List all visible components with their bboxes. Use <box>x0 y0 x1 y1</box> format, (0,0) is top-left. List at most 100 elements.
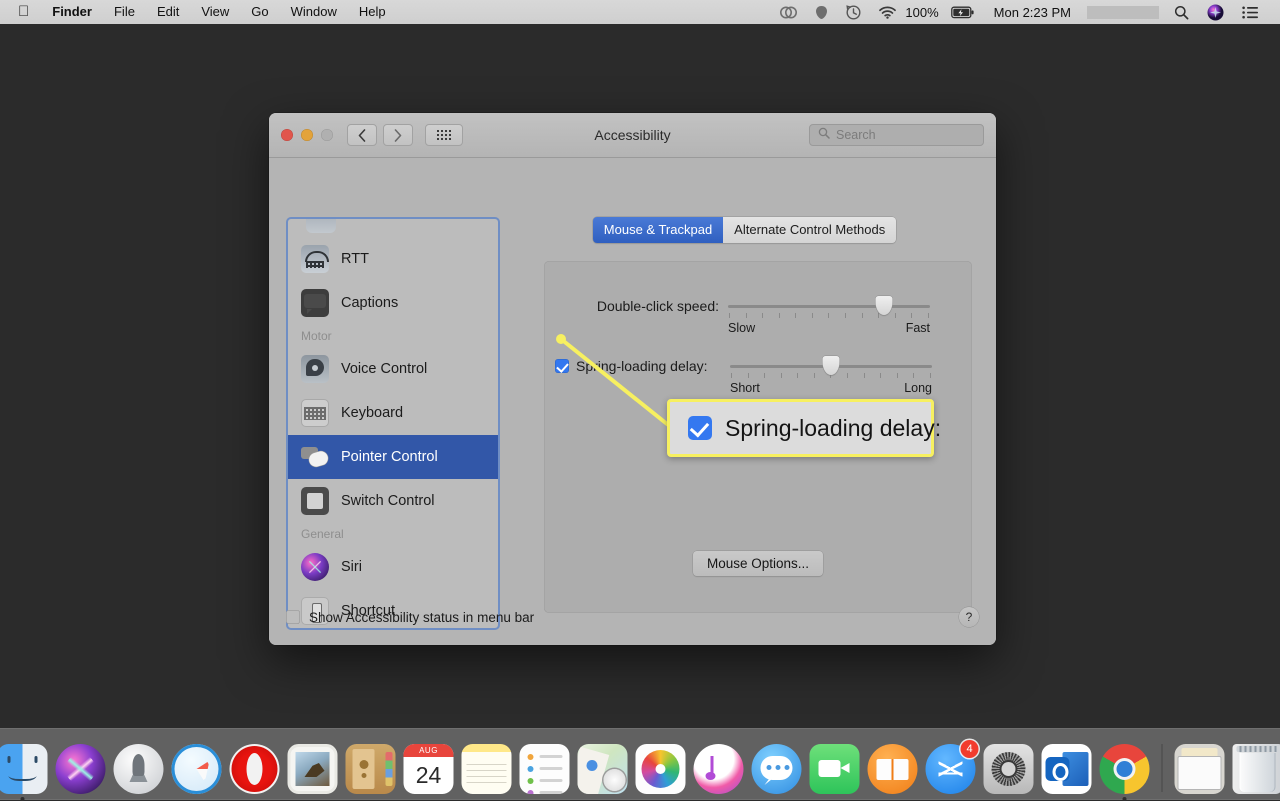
switch-control-icon <box>301 487 329 515</box>
dock-item-mail[interactable] <box>287 742 339 794</box>
dock-item-photos[interactable] <box>635 742 687 794</box>
dock-item-siri[interactable] <box>55 742 107 794</box>
callout-text: Spring-loading delay: <box>725 415 941 442</box>
dock-item-opera[interactable] <box>229 742 281 794</box>
dock-item-outlook[interactable] <box>1041 742 1093 794</box>
sidebar-item-voice-control[interactable]: Voice Control <box>288 347 498 391</box>
dock-item-app-store[interactable]: 4 <box>925 742 977 794</box>
window-titlebar: Accessibility Search <box>269 113 996 158</box>
sidebar-item-pointer-control[interactable]: Pointer Control <box>288 435 498 479</box>
sidebar-list: RTT Captions Motor Voice Control Keyboar… <box>288 237 498 630</box>
show-all-grid-icon[interactable] <box>425 124 463 146</box>
chrome-icon <box>1100 744 1150 794</box>
dock-item-books[interactable] <box>867 742 919 794</box>
minimize-button[interactable] <box>301 129 313 141</box>
zoom-button <box>321 129 333 141</box>
creative-cloud-icon[interactable] <box>771 6 806 19</box>
dock-item-launchpad[interactable] <box>113 742 165 794</box>
control-center-icon[interactable] <box>1233 6 1268 19</box>
menu-item-finder[interactable]: Finder <box>41 0 103 24</box>
rtt-icon <box>301 245 329 273</box>
show-accessibility-status-checkbox[interactable] <box>286 610 300 624</box>
double-click-speed-slider[interactable]: Slow Fast <box>728 297 930 335</box>
forward-button[interactable] <box>383 124 413 146</box>
dock-item-system-preferences[interactable] <box>983 742 1035 794</box>
battery-charging-icon[interactable] <box>942 6 984 19</box>
back-button[interactable] <box>347 124 377 146</box>
spring-loading-delay-row: Spring-loading delay: Short Long <box>555 357 955 395</box>
spring-loading-delay-checkbox[interactable] <box>555 359 569 373</box>
sidebar-item-rtt[interactable]: RTT <box>288 237 498 281</box>
dock-item-messages[interactable] <box>751 742 803 794</box>
dropbox-icon[interactable] <box>806 5 837 20</box>
menu-item-edit[interactable]: Edit <box>146 0 190 24</box>
show-accessibility-status-label: Show Accessibility status in menu bar <box>309 610 534 625</box>
dock-item-trash[interactable] <box>1232 742 1280 794</box>
menu-item-help[interactable]: Help <box>348 0 397 24</box>
apple-logo-icon[interactable]:  <box>8 0 41 24</box>
dock-item-reminders[interactable] <box>519 742 571 794</box>
sidebar-item-label: Siri <box>341 559 362 575</box>
captions-icon <box>301 289 329 317</box>
dock-item-maps[interactable] <box>577 742 629 794</box>
mail-icon <box>288 744 338 794</box>
spotlight-search-icon[interactable] <box>1165 5 1198 20</box>
sidebar-item-label: Voice Control <box>341 361 427 377</box>
mouse-options-button[interactable]: Mouse Options... <box>693 551 823 576</box>
calendar-day: 24 <box>404 757 454 794</box>
spring-loading-delay-slider[interactable]: Short Long <box>730 357 932 395</box>
sidebar-header-motor: Motor <box>288 325 498 347</box>
sidebar-item-siri[interactable]: Siri <box>288 545 498 589</box>
menu-item-window[interactable]: Window <box>280 0 348 24</box>
dock-item-finder[interactable] <box>0 742 49 794</box>
menu-item-file[interactable]: File <box>103 0 146 24</box>
help-button[interactable]: ? <box>959 607 979 627</box>
tab-mouse-trackpad[interactable]: Mouse & Trackpad <box>593 217 723 243</box>
sidebar-item-label: Keyboard <box>341 405 403 421</box>
photos-icon <box>636 744 686 794</box>
wifi-icon[interactable] <box>870 6 905 19</box>
menu-bar-blank-region <box>1087 6 1159 19</box>
search-field[interactable]: Search <box>809 124 984 146</box>
sidebar-item-keyboard[interactable]: Keyboard <box>288 391 498 435</box>
slider-end-labels: Short Long <box>730 381 932 395</box>
dock-item-chrome[interactable] <box>1099 742 1151 794</box>
dock-item-notes[interactable] <box>461 742 513 794</box>
calendar-month: AUG <box>404 744 454 757</box>
menu-item-go[interactable]: Go <box>240 0 279 24</box>
accessibility-sidebar[interactable]: RTT Captions Motor Voice Control Keyboar… <box>286 217 500 630</box>
mouse-options-wrapper: Mouse Options... <box>544 551 972 576</box>
tab-alternate-control-methods[interactable]: Alternate Control Methods <box>723 217 896 243</box>
launchpad-icon <box>114 744 164 794</box>
menu-bar-clock[interactable]: Mon 2:23 PM <box>984 5 1081 20</box>
siri-icon <box>56 744 106 794</box>
close-button[interactable] <box>281 129 293 141</box>
trash-icon <box>1233 744 1280 794</box>
safari-icon <box>172 744 222 794</box>
sidebar-item-label: Captions <box>341 295 398 311</box>
dock-item-itunes[interactable] <box>693 742 745 794</box>
sidebar-item-label: Pointer Control <box>341 449 438 465</box>
voice-control-icon <box>301 355 329 383</box>
running-indicator <box>21 797 25 801</box>
contacts-icon <box>346 744 396 794</box>
slider-min-label: Short <box>730 381 760 395</box>
menu-item-view[interactable]: View <box>190 0 240 24</box>
dock-item-downloads[interactable] <box>1174 742 1226 794</box>
sidebar-item-switch-control[interactable]: Switch Control <box>288 479 498 523</box>
dock-item-contacts[interactable] <box>345 742 397 794</box>
slider-max-label: Fast <box>906 321 930 335</box>
battery-percent-label: 100% <box>905 5 941 20</box>
magnified-callout: Spring-loading delay: <box>667 399 934 457</box>
dock-item-calendar[interactable]: AUG 24 <box>403 742 455 794</box>
dock-item-safari[interactable] <box>171 742 223 794</box>
slider-min-label: Slow <box>728 321 755 335</box>
itunes-icon <box>694 744 744 794</box>
books-icon <box>868 744 918 794</box>
siri-menu-icon[interactable] <box>1198 4 1233 21</box>
sidebar-item-captions[interactable]: Captions <box>288 281 498 325</box>
time-machine-icon[interactable] <box>837 5 870 20</box>
dock-item-facetime[interactable] <box>809 742 861 794</box>
dock: AUG 24 4 <box>0 728 1280 800</box>
slider-track <box>728 305 930 308</box>
